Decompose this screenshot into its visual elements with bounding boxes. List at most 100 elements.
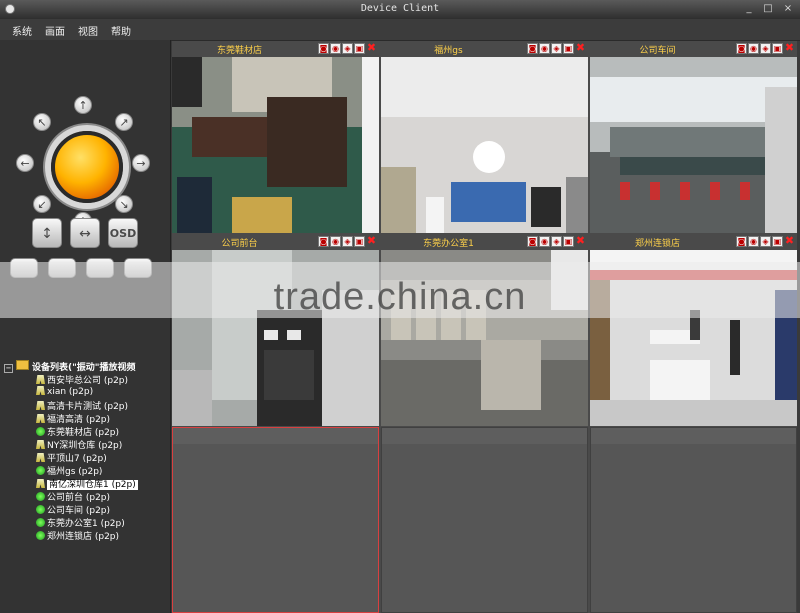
camera-offline-icon [36, 375, 45, 384]
tree-item-label: 南亿深圳仓库1 (p2p) [47, 480, 138, 490]
video-cell-toolbar: ◙ ◉ ◈ ▣ ✖ [526, 235, 586, 248]
video-cell-title: 公司车间 [639, 46, 676, 56]
ptz-down-left-button[interactable]: ↙ [33, 195, 51, 213]
tree-item[interactable]: 福清高清 (p2p) [4, 412, 168, 425]
snapshot-icon[interactable]: ◉ [748, 236, 759, 247]
record-icon[interactable]: ◙ [527, 43, 538, 54]
ptz-right-button[interactable]: → [132, 154, 150, 172]
tree-root[interactable]: − 设备列表("振动"播放视频 [4, 360, 168, 373]
video-cell-header: 东莞办公室1 ◙ ◉ ◈ ▣ ✖ [381, 234, 588, 251]
video-cell-title: 郑州连锁店 [634, 239, 680, 249]
close-icon[interactable]: ✖ [575, 235, 586, 247]
camera-offline-icon [36, 401, 45, 410]
ptz-control: ↑ ↓ ← → ↖ ↗ ↙ ↘ [10, 90, 156, 236]
menu-screen[interactable]: 画面 [45, 23, 65, 38]
record-icon[interactable]: ◙ [318, 236, 329, 247]
audio-icon[interactable]: ◈ [551, 43, 562, 54]
pan-button[interactable]: ↔ [70, 218, 100, 248]
video-feed[interactable] [381, 57, 588, 233]
osd-button[interactable]: OSD [108, 218, 138, 248]
snapshot-icon[interactable]: ◉ [330, 236, 341, 247]
window-title: Device Client [360, 3, 440, 14]
tree-item[interactable]: 公司车间 (p2p) [4, 503, 168, 516]
video-cell[interactable]: 公司车间 ◙ ◉ ◈ ▣ ✖ [590, 41, 797, 233]
close-icon[interactable]: ✖ [366, 42, 377, 54]
snapshot-icon[interactable]: ◉ [330, 43, 341, 54]
camera-icon[interactable]: ▣ [563, 236, 574, 247]
audio-icon[interactable]: ◈ [342, 236, 353, 247]
ptz-left-button[interactable]: ← [16, 154, 34, 172]
video-feed[interactable] [172, 57, 379, 233]
menu-help[interactable]: 帮助 [111, 23, 131, 38]
camera-icon[interactable]: ▣ [563, 43, 574, 54]
tree-item-label: 西安毕总公司 (p2p) [47, 376, 129, 386]
tree-item[interactable]: 南亿深圳仓库1 (p2p) [4, 477, 168, 490]
minimize-button[interactable]: _ [742, 3, 756, 15]
snapshot-icon[interactable]: ◉ [539, 43, 550, 54]
tree-item[interactable]: 福州gs (p2p) [4, 464, 168, 477]
close-button[interactable]: × [781, 3, 795, 15]
camera-icon[interactable]: ▣ [354, 43, 365, 54]
audio-icon[interactable]: ◈ [760, 43, 771, 54]
tree-item-label: NY深圳仓库 (p2p) [47, 441, 123, 451]
tree-item[interactable]: 郑州连锁店 (p2p) [4, 529, 168, 542]
tree-item[interactable]: 西安毕总公司 (p2p) [4, 373, 168, 386]
record-icon[interactable]: ◙ [527, 236, 538, 247]
record-icon[interactable]: ◙ [318, 43, 329, 54]
tree-item[interactable]: 高清卡片测试 (p2p) [4, 399, 168, 412]
video-cell-header: 东莞鞋材店 ◙ ◉ ◈ ▣ ✖ [172, 41, 379, 58]
camera-offline-icon [36, 479, 45, 488]
video-cell-header: 福州gs ◙ ◉ ◈ ▣ ✖ [381, 41, 588, 58]
snapshot-icon[interactable]: ◉ [748, 43, 759, 54]
snapshot-icon[interactable]: ◉ [539, 236, 550, 247]
ptz-center-button[interactable] [51, 131, 123, 203]
camera-offline-icon [36, 440, 45, 449]
video-cell-header: 郑州连锁店 ◙ ◉ ◈ ▣ ✖ [590, 234, 797, 251]
tree-item-label: 公司前台 (p2p) [47, 493, 111, 503]
camera-icon[interactable]: ▣ [772, 236, 783, 247]
close-icon[interactable]: ✖ [575, 42, 586, 54]
tree-item[interactable]: NY深圳仓库 (p2p) [4, 438, 168, 451]
menu-system[interactable]: 系统 [12, 23, 32, 38]
maximize-button[interactable]: □ [761, 3, 775, 15]
camera-online-icon [36, 518, 45, 527]
audio-icon[interactable]: ◈ [760, 236, 771, 247]
record-icon[interactable]: ◙ [736, 43, 747, 54]
audio-icon[interactable]: ◈ [551, 236, 562, 247]
ptz-up-left-button[interactable]: ↖ [33, 113, 51, 131]
tree-item[interactable]: 公司前台 (p2p) [4, 490, 168, 503]
empty-slot-header [173, 428, 378, 444]
video-grid: 东莞鞋材店 ◙ ◉ ◈ ▣ ✖ 福州gs ◙ ◉ ◈ ▣ ✖ 公司车间 ◙ ◉ ◈ ▣ ✖ 公司前台 ◙ ◉ ◈ ▣ ✖ 东莞办… [172, 41, 797, 613]
empty-video-slot[interactable] [381, 427, 588, 613]
video-cell-title: 公司前台 [221, 239, 258, 249]
record-icon[interactable]: ◙ [736, 236, 747, 247]
ptz-up-right-button[interactable]: ↗ [115, 113, 133, 131]
close-icon[interactable]: ✖ [784, 42, 795, 54]
video-cell-toolbar: ◙ ◉ ◈ ▣ ✖ [735, 235, 795, 248]
video-cell-title: 东莞鞋材店 [216, 46, 262, 56]
menu-view[interactable]: 视图 [78, 23, 98, 38]
tilt-button[interactable]: ↕ [32, 218, 62, 248]
ptz-up-button[interactable]: ↑ [74, 96, 92, 114]
video-cell-toolbar: ◙ ◉ ◈ ▣ ✖ [317, 235, 377, 248]
ptz-down-right-button[interactable]: ↘ [115, 195, 133, 213]
empty-slot-header [382, 428, 587, 444]
folder-icon [16, 360, 29, 370]
tree-item[interactable]: xian (p2p) [4, 386, 168, 399]
video-cell[interactable]: 福州gs ◙ ◉ ◈ ▣ ✖ [381, 41, 588, 233]
camera-icon[interactable]: ▣ [354, 236, 365, 247]
empty-video-slot[interactable] [172, 427, 379, 613]
close-icon[interactable]: ✖ [366, 235, 377, 247]
collapse-icon[interactable]: − [4, 364, 13, 373]
video-cell[interactable]: 东莞鞋材店 ◙ ◉ ◈ ▣ ✖ [172, 41, 379, 233]
close-icon[interactable]: ✖ [784, 235, 795, 247]
empty-video-slot[interactable] [590, 427, 797, 613]
camera-icon[interactable]: ▣ [772, 43, 783, 54]
audio-icon[interactable]: ◈ [342, 43, 353, 54]
camera-online-icon [36, 427, 45, 436]
camera-online-icon [36, 466, 45, 475]
tree-item[interactable]: 平顶山7 (p2p) [4, 451, 168, 464]
video-feed[interactable] [590, 57, 797, 233]
tree-item[interactable]: 东莞鞋材店 (p2p) [4, 425, 168, 438]
tree-item[interactable]: 东莞办公室1 (p2p) [4, 516, 168, 529]
